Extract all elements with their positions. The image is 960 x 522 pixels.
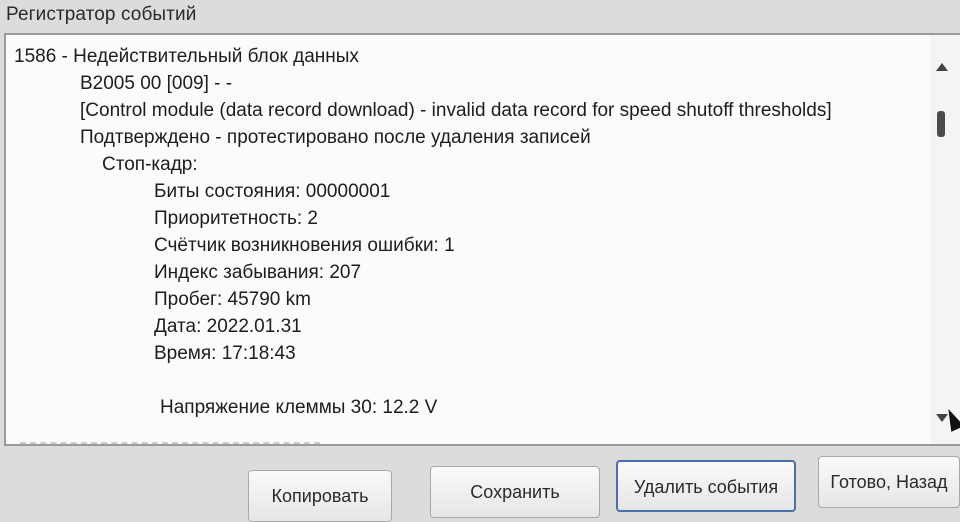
- error-counter-field: Счётчик возникновения ошибки: 1: [154, 235, 455, 256]
- status-bits-field: Биты состояния: 00000001: [154, 181, 391, 202]
- done-back-button[interactable]: Готово, Назад: [818, 456, 960, 508]
- forget-index-field: Индекс забывания: 207: [154, 262, 362, 283]
- event-header: 1586 - Недействительный блок данных: [14, 46, 359, 67]
- priority-field: Приоритетность: 2: [154, 208, 318, 229]
- event-log-content: 1586 - Недействительный блок данных B200…: [14, 43, 928, 421]
- save-button[interactable]: Сохранить: [430, 466, 600, 518]
- scroll-thumb[interactable]: [937, 111, 945, 137]
- window-title: Регистратор событий: [6, 4, 197, 25]
- event-description: [Control module (data record download) -…: [80, 100, 832, 121]
- delete-events-button[interactable]: Удалить события: [616, 460, 796, 512]
- event-log-panel[interactable]: 1586 - Недействительный блок данных B200…: [4, 33, 960, 446]
- date-field: Дата: 2022.01.31: [154, 316, 302, 337]
- next-entry-partial: [20, 434, 320, 444]
- scroll-up-arrow-icon[interactable]: [936, 63, 948, 71]
- vertical-scrollbar[interactable]: [930, 35, 960, 444]
- event-status: Подтверждено - протестировано после удал…: [80, 127, 591, 148]
- mileage-field: Пробег: 45790 km: [154, 289, 311, 310]
- copy-button[interactable]: Копировать: [248, 470, 392, 522]
- freeze-frame-label: Стоп-кадр:: [102, 154, 198, 175]
- time-field: Время: 17:18:43: [154, 343, 296, 364]
- voltage-field: Напряжение клеммы 30: 12.2 V: [160, 397, 438, 418]
- event-code: B2005 00 [009] - -: [80, 73, 233, 94]
